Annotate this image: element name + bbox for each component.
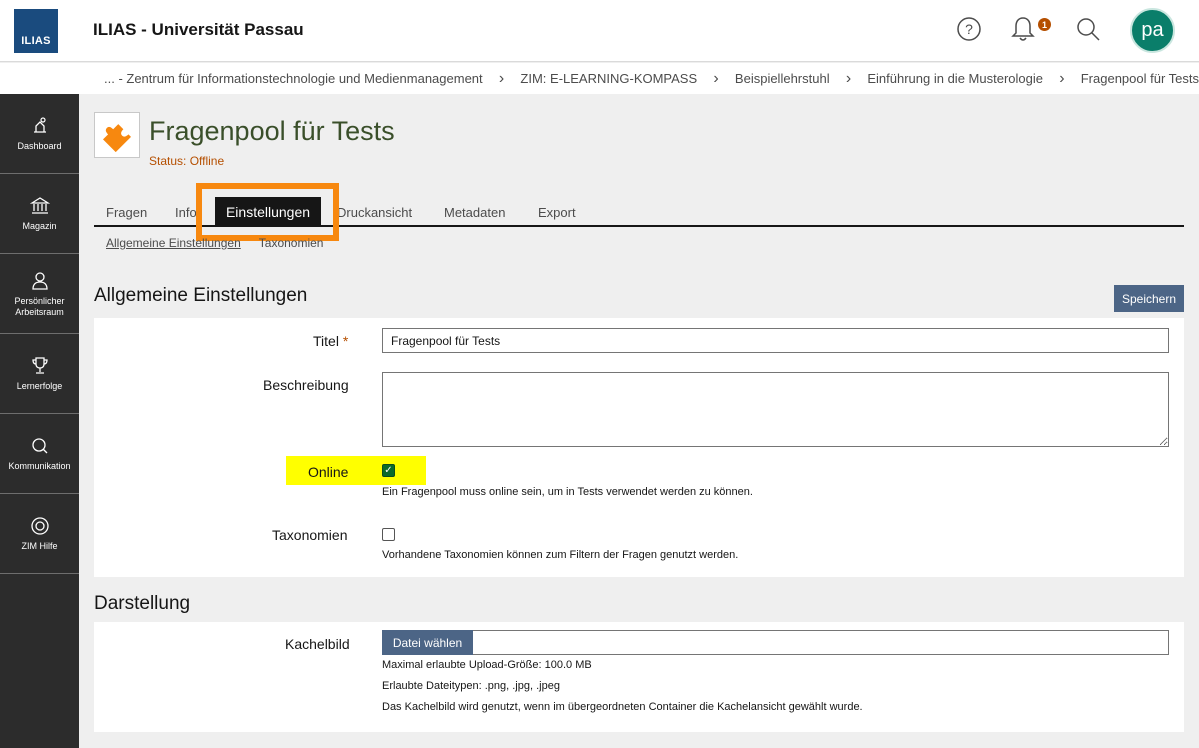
chevron-right-icon: › xyxy=(1059,69,1065,87)
chat-icon xyxy=(29,435,51,457)
chevron-right-icon: › xyxy=(713,69,719,87)
sidebar-item-achievements[interactable]: Lernerfolge xyxy=(0,334,79,414)
status-text: Status: Offline xyxy=(149,154,225,168)
sidebar-item-label: Lernerfolge xyxy=(16,381,63,391)
sidebar-item-label: Dashboard xyxy=(17,141,62,151)
tab-info[interactable]: Info xyxy=(175,205,197,220)
online-label: Online xyxy=(308,464,349,480)
tab-export[interactable]: Export xyxy=(538,205,576,220)
sidebar-item-personal-workspace[interactable]: Persönlicher Arbeitsraum xyxy=(0,254,79,334)
svg-text:?: ? xyxy=(965,21,973,37)
top-header: ILIAS ILIAS - Universität Passau ? 1 pa xyxy=(0,0,1199,62)
main-sidebar: Dashboard Magazin Persönlicher Arbeitsra… xyxy=(0,94,79,748)
allowed-types-text: Erlaubte Dateitypen: .png, .jpg, .jpeg xyxy=(382,680,560,692)
sidebar-item-magazin[interactable]: Magazin xyxy=(0,174,79,254)
description-label: Beschreibung xyxy=(263,377,349,393)
taxonomy-label: Taxonomien xyxy=(272,527,348,543)
file-input-field[interactable] xyxy=(382,630,1169,655)
tab-metadaten[interactable]: Metadaten xyxy=(444,205,505,220)
taxonomy-checkbox[interactable] xyxy=(382,528,395,541)
ilias-logo[interactable]: ILIAS xyxy=(14,9,58,53)
repository-icon xyxy=(29,195,51,217)
search-icon[interactable] xyxy=(1073,14,1103,44)
sidebar-item-dashboard[interactable]: Dashboard xyxy=(0,94,79,174)
bell-icon[interactable] xyxy=(1008,14,1038,44)
taxonomy-help-text: Vorhandene Taxonomien können zum Filtern… xyxy=(382,549,739,561)
online-help-text: Ein Fragenpool muss online sein, um in T… xyxy=(382,486,753,498)
chevron-right-icon: › xyxy=(498,69,505,87)
general-settings-panel xyxy=(94,318,1184,577)
tab-einstellungen[interactable]: Einstellungen xyxy=(215,197,321,227)
subtab-bar: Allgemeine Einstellungen Taxonomien xyxy=(106,236,323,250)
tab-druckansicht[interactable]: Druckansicht xyxy=(337,205,412,220)
save-button[interactable]: Speichern xyxy=(1114,285,1184,312)
online-highlight xyxy=(286,456,426,485)
choose-file-button[interactable]: Datei wählen xyxy=(382,630,473,655)
subtab-taxonomies[interactable]: Taxonomien xyxy=(259,236,324,250)
breadcrumb-item[interactable]: Fragenpool für Tests xyxy=(1081,71,1199,86)
sidebar-item-communication[interactable]: Kommunikation xyxy=(0,414,79,494)
section-title-display: Darstellung xyxy=(94,593,191,614)
sidebar-item-label: Persönlicher Arbeitsraum xyxy=(14,295,65,317)
lifebuoy-icon xyxy=(29,515,51,537)
sidebar-item-label: Kommunikation xyxy=(8,461,71,471)
max-upload-text: Maximal erlaubte Upload-Größe: 100.0 MB xyxy=(382,659,592,671)
section-title-general: Allgemeine Einstellungen xyxy=(94,285,308,306)
tile-image-label: Kachelbild xyxy=(285,636,350,652)
description-textarea[interactable] xyxy=(382,372,1169,447)
page-title: Fragenpool für Tests xyxy=(149,116,395,146)
person-icon xyxy=(29,270,51,292)
sidebar-item-label: ZIM Hilfe xyxy=(21,541,58,551)
breadcrumb-item[interactable]: Einführung in die Musterologie xyxy=(867,71,1043,86)
sidebar-item-label: Magazin xyxy=(22,221,57,231)
user-avatar[interactable]: pa xyxy=(1130,8,1175,53)
notification-badge: 1 xyxy=(1038,18,1051,31)
breadcrumb-item[interactable]: ZIM: E-LEARNING-KOMPASS xyxy=(520,71,697,86)
dashboard-icon xyxy=(29,115,51,137)
chevron-right-icon: › xyxy=(845,69,852,87)
breadcrumb-item[interactable]: ... - Zentrum für Informationstechnologi… xyxy=(104,71,483,86)
trophy-icon xyxy=(29,355,51,377)
tile-help-text: Das Kachelbild wird genutzt, wenn im übe… xyxy=(382,701,863,713)
breadcrumb-item[interactable]: Beispiellehrstuhl xyxy=(735,71,830,86)
tab-fragen[interactable]: Fragen xyxy=(106,205,147,220)
site-title[interactable]: ILIAS - Universität Passau xyxy=(93,20,304,40)
subtab-general-settings[interactable]: Allgemeine Einstellungen xyxy=(106,236,241,250)
title-input[interactable] xyxy=(382,328,1169,353)
required-mark: * xyxy=(342,333,349,349)
help-icon[interactable]: ? xyxy=(954,14,984,44)
question-pool-icon xyxy=(94,112,140,158)
online-checkbox[interactable]: ✓ xyxy=(382,464,395,477)
sidebar-item-zim-help[interactable]: ZIM Hilfe xyxy=(0,494,79,574)
title-label: Titel * xyxy=(313,333,349,349)
breadcrumb: ... - Zentrum für Informationstechnologi… xyxy=(0,63,1199,94)
